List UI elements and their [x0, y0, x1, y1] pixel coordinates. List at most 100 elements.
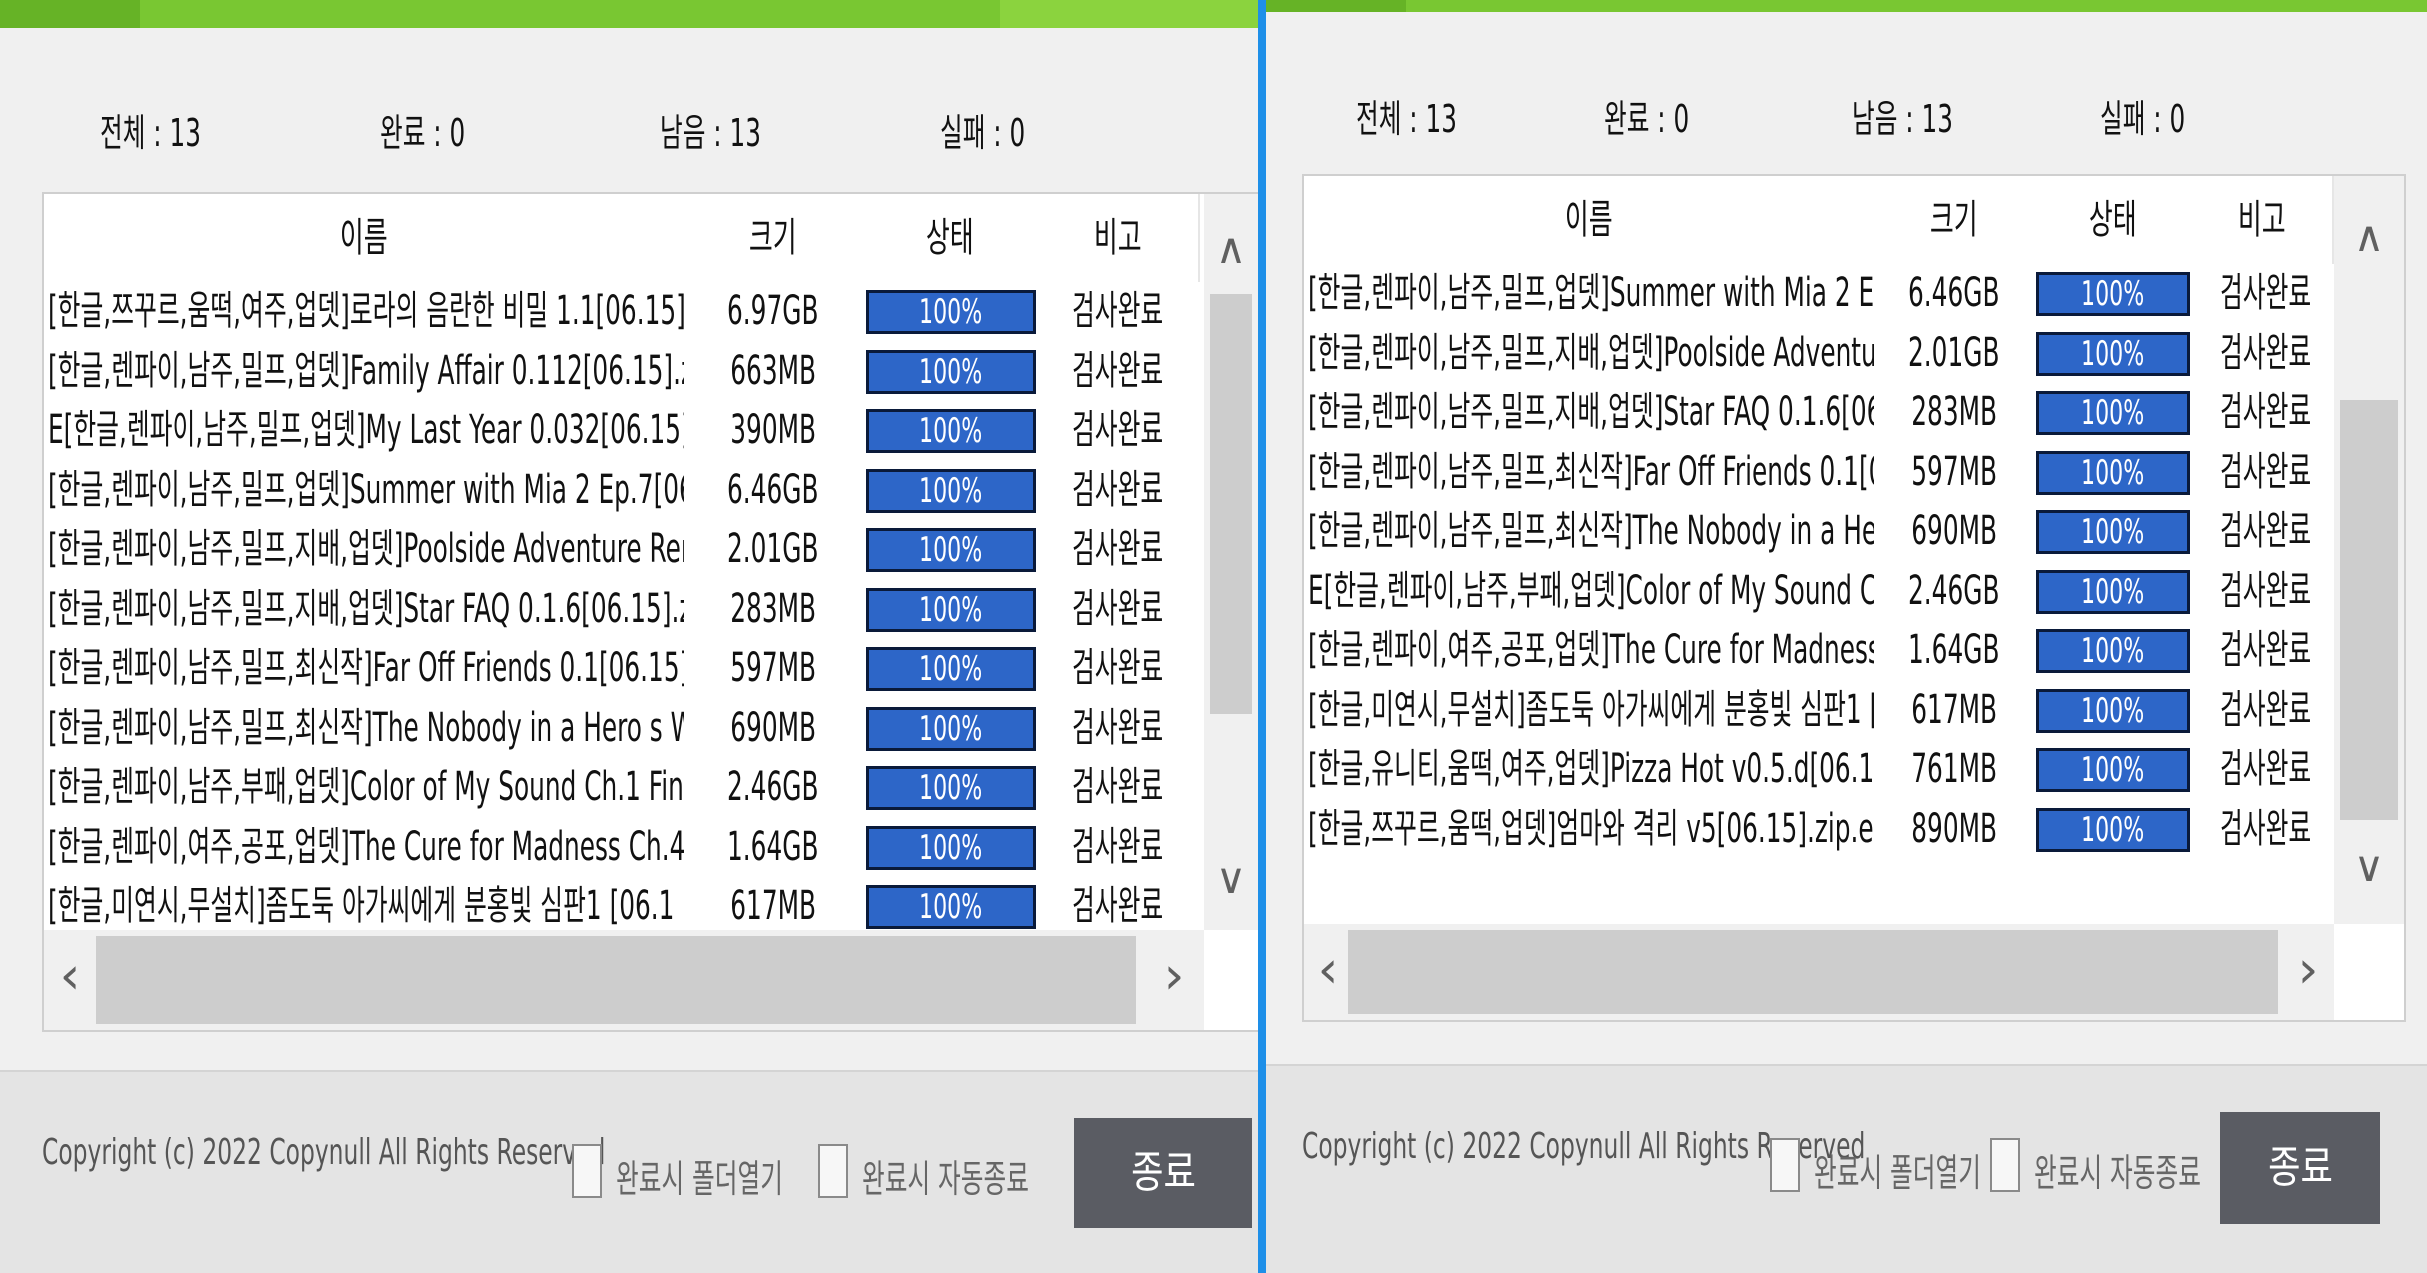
table-row[interactable]: [한글,렌파이,남주,밀프,최신작]The Nobody in a Hero s… — [1304, 502, 2334, 561]
file-size-cell: 1.64GB — [727, 823, 819, 870]
horizontal-scrollbar[interactable]: ‹ › — [44, 930, 1204, 1030]
file-size-cell: 597MB — [1911, 448, 1997, 495]
note-cell: 검사완료 — [2219, 686, 2312, 733]
file-size-cell: 283MB — [730, 585, 816, 632]
arrow-up-icon[interactable]: ∧ — [2334, 212, 2404, 262]
table-row[interactable]: [한글,렌파이,남주,밀프,업뎃]Family Affair 0.112[06.… — [44, 342, 1204, 401]
note-cell: 검사완료 — [2219, 448, 2312, 495]
stat-total: 전체 : 13 — [100, 111, 201, 155]
file-size-cell: 597MB — [730, 645, 816, 691]
file-name-cell: [한글,렌파이,남주,밀프,업뎃]Summer with Mia 2 Ep.7[… — [48, 466, 684, 513]
table-row[interactable]: [한글,미연시,무설치]좀도둑 아가씨에게 분홍빛 심판1 [06.1 617MB… — [1304, 681, 2334, 740]
file-size-cell: 690MB — [1911, 508, 1997, 554]
table-row[interactable]: [한글,렌파이,남주,밀프,최신작]Far Off Friends 0.1[06… — [44, 639, 1204, 698]
progress-bar: 100% — [2036, 391, 2190, 435]
column-header-name[interactable]: 이름 — [1304, 176, 1876, 264]
arrow-left-icon[interactable]: ‹ — [1308, 924, 1348, 1020]
column-header-note[interactable]: 비고 — [2192, 176, 2334, 264]
table-row[interactable]: [한글,쯔꾸르,움떡,업뎃]엄마와 격리 v5[06.15].zip.ezc 89… — [1304, 800, 2334, 859]
file-size-cell: 761MB — [1911, 746, 1997, 792]
progress-bar: 100% — [866, 468, 1036, 513]
column-header-note[interactable]: 비고 — [1038, 194, 1200, 282]
file-size-cell: 390MB — [730, 407, 816, 453]
progress-bar: 100% — [866, 706, 1036, 751]
table-row[interactable]: E[한글,렌파이,남주,밀프,업뎃]My Last Year 0.032[06.… — [44, 401, 1204, 460]
stat-failed: 실패 : 0 — [940, 111, 1026, 155]
stat-total: 전체 : 13 — [1356, 97, 1457, 141]
note-cell: 검사완료 — [1072, 823, 1164, 870]
arrow-left-icon[interactable]: ‹ — [50, 930, 90, 1030]
stat-done: 완료 : 0 — [380, 111, 466, 155]
table-row[interactable]: [한글,렌파이,남주,밀프,최신작]Far Off Friends 0.1[06… — [1304, 443, 2334, 502]
file-name-cell: E[한글,렌파이,남주,밀프,업뎃]My Last Year 0.032[06.… — [48, 407, 684, 453]
checkbox-label: 완료시 자동종료 — [862, 1157, 1029, 1201]
checkbox-box[interactable] — [572, 1144, 602, 1198]
stat-remaining: 남음 : 13 — [660, 111, 761, 155]
progress-bar: 100% — [2036, 629, 2190, 673]
arrow-right-icon[interactable]: › — [2288, 924, 2328, 1020]
vertical-scrollbar[interactable]: ∧ ∨ — [1204, 194, 1258, 930]
column-header-size[interactable]: 크기 — [1874, 176, 2036, 264]
progress-bar: 100% — [866, 766, 1036, 810]
table-row[interactable]: [한글,미연시,무설치]좀도둑 아가씨에게 분홍빛 심판1 [06.1 617MB… — [44, 877, 1204, 936]
note-cell: 검사완료 — [1072, 883, 1164, 929]
note-cell: 검사완료 — [2219, 508, 2312, 554]
title-accent-bar — [1266, 0, 2427, 12]
table-row[interactable]: [한글,렌파이,남주,밀프,업뎃]Summer with Mia 2 Ep.7[… — [1304, 264, 2334, 323]
table-row[interactable]: [한글,렌파이,남주,밀프,지배,업뎃]Poolside Adventure R… — [44, 520, 1204, 579]
file-size-cell: 617MB — [730, 883, 816, 929]
checkbox-box[interactable] — [818, 1144, 848, 1198]
vertical-scrollbar[interactable]: ∧ ∨ — [2334, 176, 2404, 924]
note-cell: 검사완료 — [1072, 764, 1164, 810]
table-row[interactable]: [한글,렌파이,여주,공포,업뎃]The Cure for Madness Ch… — [1304, 621, 2334, 680]
exit-button[interactable]: 종료 — [1074, 1118, 1252, 1228]
column-header-status[interactable]: 상태 — [2034, 176, 2194, 264]
exit-button[interactable]: 종료 — [2220, 1112, 2380, 1224]
file-name-cell: E[한글,렌파이,남주,부패,업뎃]Color of My Sound Ch.1… — [1308, 567, 1874, 614]
table-row[interactable]: [한글,렌파이,남주,밀프,최신작]The Nobody in a Hero s… — [44, 699, 1204, 758]
arrow-down-icon[interactable]: ∨ — [1204, 854, 1258, 904]
note-cell: 검사완료 — [1072, 347, 1164, 394]
progress-bar: 100% — [2036, 688, 2190, 733]
file-name-cell: [한글,렌파이,남주,밀프,지배,업뎃]Poolside Adventure R… — [1308, 329, 1874, 376]
file-name-cell: [한글,렌파이,여주,공포,업뎃]The Cure for Madness Ch… — [48, 823, 684, 870]
file-size-cell: 6.46GB — [727, 466, 819, 513]
arrow-up-icon[interactable]: ∧ — [1204, 224, 1258, 274]
note-cell: 검사완료 — [2219, 270, 2312, 316]
file-name-cell: [한글,렌파이,남주,밀프,지배,업뎃]Star FAQ 0.1.6[06.15… — [1308, 389, 1874, 435]
arrow-down-icon[interactable]: ∨ — [2334, 842, 2404, 892]
table-row[interactable]: [한글,렌파이,여주,공포,업뎃]The Cure for Madness Ch… — [44, 818, 1204, 877]
checkbox-box[interactable] — [1990, 1138, 2020, 1192]
table-row[interactable]: [한글,렌파이,남주,밀프,지배,업뎃]Poolside Adventure R… — [1304, 324, 2334, 383]
table-row[interactable]: [한글,쯔꾸르,움떡,여주,업뎃]로라의 음란한 비밀 1.1[06.15] 6.… — [44, 282, 1204, 341]
progress-bar: 100% — [2036, 331, 2190, 376]
horizontal-scroll-thumb[interactable] — [1348, 930, 2278, 1014]
column-header-size[interactable]: 크기 — [684, 194, 864, 282]
file-name-cell: [한글,렌파이,남주,밀프,지배,업뎃]Poolside Adventure R… — [48, 526, 684, 572]
accent-segment — [1266, 0, 1406, 12]
vertical-scroll-thumb[interactable] — [1210, 294, 1252, 714]
file-name-cell: [한글,유니티,움떡,여주,업뎃]Pizza Hot v0.5.d[06.15]… — [1308, 746, 1874, 792]
horizontal-scrollbar[interactable]: ‹ › — [1304, 924, 2334, 1020]
table-row[interactable]: [한글,렌파이,남주,부패,업뎃]Color of My Sound Ch.1 … — [44, 758, 1204, 817]
column-header-name[interactable]: 이름 — [44, 194, 686, 282]
vertical-scroll-thumb[interactable] — [2340, 400, 2398, 820]
file-name-cell: [한글,렌파이,남주,밀프,업뎃]Summer with Mia 2 Ep.7[… — [1308, 270, 1874, 316]
note-cell: 검사완료 — [1072, 704, 1164, 751]
note-cell: 검사완료 — [1072, 645, 1164, 691]
table-row[interactable]: [한글,렌파이,남주,밀프,지배,업뎃]Star FAQ 0.1.6[06.15… — [44, 580, 1204, 639]
checkbox-box[interactable] — [1770, 1138, 1800, 1192]
progress-bar: 100% — [866, 885, 1036, 929]
checkbox-label: 완료시 폴더열기 — [616, 1157, 783, 1201]
progress-bar: 100% — [866, 290, 1036, 334]
table-row[interactable]: E[한글,렌파이,남주,부패,업뎃]Color of My Sound Ch.1… — [1304, 562, 2334, 621]
column-header-status[interactable]: 상태 — [862, 194, 1040, 282]
horizontal-scroll-thumb[interactable] — [96, 936, 1136, 1024]
progress-bar: 100% — [866, 647, 1036, 691]
table-row[interactable]: [한글,렌파이,남주,밀프,업뎃]Summer with Mia 2 Ep.7[… — [44, 461, 1204, 520]
file-name-cell: [한글,렌파이,남주,밀프,업뎃]Family Affair 0.112[06.… — [48, 347, 684, 394]
table-row[interactable]: [한글,유니티,움떡,여주,업뎃]Pizza Hot v0.5.d[06.15]… — [1304, 740, 2334, 799]
table-row[interactable]: [한글,렌파이,남주,밀프,지배,업뎃]Star FAQ 0.1.6[06.15… — [1304, 383, 2334, 442]
arrow-right-icon[interactable]: › — [1154, 930, 1194, 1030]
checkbox-label: 완료시 폴더열기 — [1814, 1151, 1981, 1195]
